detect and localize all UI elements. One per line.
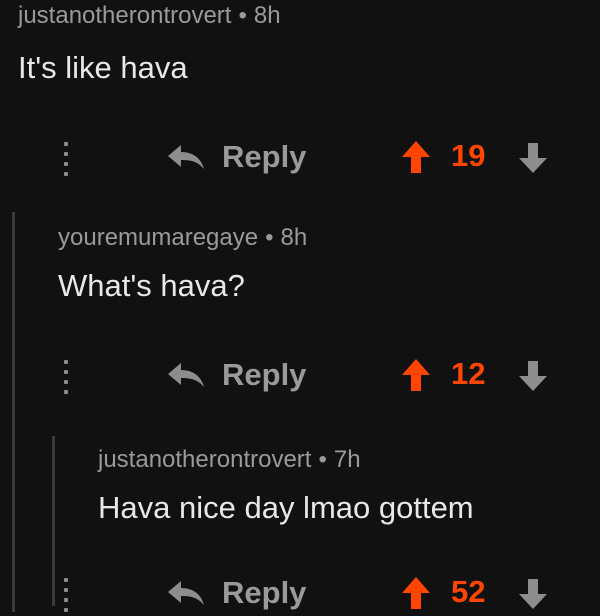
upvote-arrow-icon[interactable] bbox=[401, 140, 431, 174]
comment-meta: justanotherontrovert • 8h bbox=[18, 2, 281, 30]
comment-action-bar: Reply 12 bbox=[56, 352, 576, 398]
reply-arrow-icon bbox=[168, 581, 204, 605]
vote-score: 12 bbox=[451, 356, 486, 391]
comment-time: 8h bbox=[280, 224, 308, 251]
thread-line-level-1 bbox=[12, 212, 15, 612]
comment-time: 7h bbox=[333, 446, 361, 473]
more-options-icon[interactable] bbox=[56, 360, 76, 394]
vote-score: 19 bbox=[451, 138, 486, 173]
comment-action-bar: Reply 52 bbox=[56, 570, 576, 616]
meta-separator: • bbox=[265, 224, 274, 251]
upvote-arrow-icon[interactable] bbox=[401, 576, 431, 610]
downvote-arrow-icon[interactable] bbox=[518, 578, 548, 610]
meta-separator: • bbox=[238, 2, 247, 29]
comment-author[interactable]: youremumaregaye bbox=[58, 224, 258, 251]
reply-arrow-icon bbox=[168, 145, 204, 169]
reply-button[interactable]: Reply bbox=[166, 352, 306, 398]
comment-meta: justanotherontrovert • 7h bbox=[98, 446, 361, 474]
reply-arrow-icon bbox=[168, 363, 204, 387]
more-options-icon[interactable] bbox=[56, 142, 76, 176]
comment-author[interactable]: justanotherontrovert bbox=[18, 2, 231, 29]
comment-body: It's like hava bbox=[18, 50, 188, 85]
reply-label: Reply bbox=[222, 139, 307, 174]
comment-body: What's hava? bbox=[58, 268, 245, 303]
reply-button[interactable]: Reply bbox=[166, 570, 306, 616]
meta-separator: • bbox=[318, 446, 327, 473]
vote-score: 52 bbox=[451, 574, 486, 609]
comment-body: Hava nice day lmao gottem bbox=[98, 490, 474, 525]
downvote-arrow-icon[interactable] bbox=[518, 142, 548, 174]
reply-button[interactable]: Reply bbox=[166, 134, 306, 180]
comment-action-bar: Reply 19 bbox=[56, 134, 576, 180]
reply-label: Reply bbox=[222, 575, 307, 610]
comment-meta: youremumaregaye • 8h bbox=[58, 224, 307, 252]
more-options-icon[interactable] bbox=[56, 578, 76, 612]
thread-line-level-2 bbox=[52, 436, 55, 606]
upvote-arrow-icon[interactable] bbox=[401, 358, 431, 392]
comment-author[interactable]: justanotherontrovert bbox=[98, 446, 311, 473]
downvote-arrow-icon[interactable] bbox=[518, 360, 548, 392]
reply-label: Reply bbox=[222, 357, 307, 392]
comment-time: 8h bbox=[253, 2, 281, 29]
